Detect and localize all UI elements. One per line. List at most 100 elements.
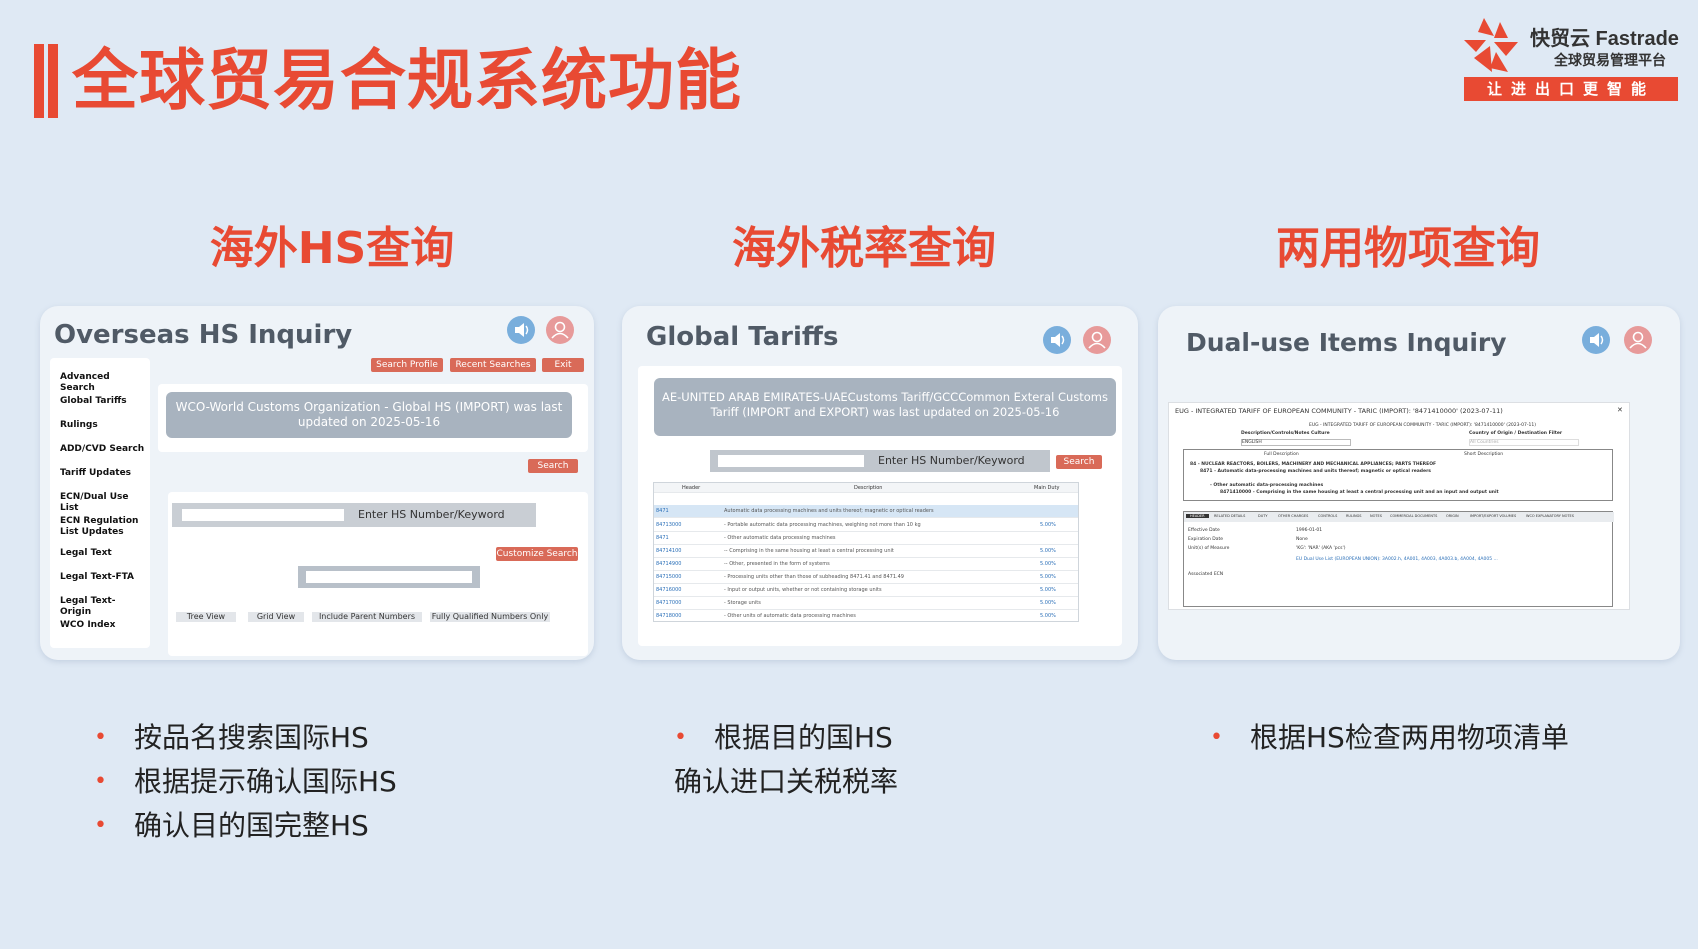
hs-code[interactable]: 84713000: [656, 522, 681, 528]
field-value[interactable]: EU Dual Use List (EUROPEAN UNION): 3A002…: [1296, 556, 1606, 563]
grid-view-option[interactable]: Grid View: [248, 612, 304, 622]
tab-other-charges[interactable]: OTHER CHARGES: [1278, 514, 1308, 518]
hs-code[interactable]: 84715000: [656, 574, 681, 580]
hs-code[interactable]: 84714900: [656, 561, 681, 567]
tab-commercial-documents[interactable]: COMMERCIAL DOCUMENTS: [1390, 514, 1437, 518]
hs-description: - Processing units other than those of s…: [724, 574, 904, 580]
hs-code[interactable]: 84716000: [656, 587, 681, 593]
hs-features-list: 按品名搜索国际HS 根据提示确认国际HS 确认目的国完整HS: [94, 716, 397, 848]
duty-rate: 5.00%: [1040, 587, 1056, 593]
country-select[interactable]: All Countries: [1469, 439, 1579, 446]
sidebar-item-tariff-updates[interactable]: Tariff Updates: [60, 468, 146, 479]
sidebar-item-legal-text[interactable]: Legal Text: [60, 548, 146, 559]
table-row[interactable]: 84714900 -- Other, presented in the form…: [654, 558, 1078, 571]
search-button[interactable]: Search: [528, 459, 578, 473]
tab-rulings[interactable]: RULINGS: [1346, 514, 1362, 518]
table-row[interactable]: 84715000 - Processing units other than t…: [654, 571, 1078, 584]
sidebar-item-ecn-dual-use[interactable]: ECN/Dual Use List: [60, 492, 146, 514]
speaker-icon[interactable]: [1582, 326, 1610, 354]
short-description-radio[interactable]: Short Description: [1464, 452, 1503, 457]
list-item: 根据HS检查两用物项清单: [1210, 716, 1569, 760]
section-heading-dual-use: 两用物项查询: [1276, 223, 1540, 274]
field-label: Expiration Date: [1188, 537, 1224, 542]
tab-wco-notes[interactable]: WCO EXPLANATORY NOTES: [1526, 514, 1574, 518]
hs-code[interactable]: 8471: [656, 535, 669, 541]
tab-notes[interactable]: NOTES: [1370, 514, 1382, 518]
search-profile-button[interactable]: Search Profile: [371, 358, 443, 372]
tariff-search-field[interactable]: Enter HS Number/Keyword: [710, 450, 1050, 472]
full-description-radio[interactable]: Full Description: [1264, 452, 1299, 457]
sidebar: Advanced Search Global Tariffs Rulings A…: [50, 358, 150, 648]
sidebar-item-wco-index[interactable]: WCO Index: [60, 620, 146, 631]
tariff-search-button[interactable]: Search: [1056, 455, 1102, 469]
user-icon[interactable]: [546, 316, 574, 344]
sidebar-item-legal-text-fta[interactable]: Legal Text-FTA: [60, 572, 146, 583]
table-row[interactable]: 84718000 - Other units of automatic data…: [654, 610, 1078, 621]
close-icon[interactable]: ✕: [1617, 406, 1623, 414]
tree-node[interactable]: 8471410000 - Comprising in the same hous…: [1220, 490, 1499, 495]
tree-view-option[interactable]: Tree View: [176, 612, 236, 622]
table-header-row: Header Description Main Duty: [654, 483, 1078, 493]
sidebar-item-advanced-search[interactable]: Advanced Search: [60, 372, 146, 394]
hs-code[interactable]: 84717000: [656, 600, 681, 606]
tree-node[interactable]: - Other automatic data-processing machin…: [1210, 483, 1323, 488]
speaker-icon[interactable]: [1043, 326, 1071, 354]
table-header-cell: Header: [682, 485, 701, 491]
field-label: Associated ECN: [1188, 572, 1224, 577]
tab-related-details[interactable]: RELATED DETAILS: [1214, 514, 1245, 518]
table-row[interactable]: 84714100 -- Comprising in the same housi…: [654, 545, 1078, 558]
duty-rate: 5.00%: [1040, 561, 1056, 567]
table-row[interactable]: 8471 - Other automatic data processing m…: [654, 532, 1078, 545]
customize-search-button[interactable]: Customize Search: [496, 547, 578, 561]
sidebar-item-add-cvd-search[interactable]: ADD/CVD Search: [60, 444, 146, 455]
table-row[interactable]: 84713000 - Portable automatic data proce…: [654, 519, 1078, 532]
tree-node[interactable]: 84 - NUCLEAR REACTORS, BOILERS, MACHINER…: [1190, 462, 1436, 467]
tab-origin[interactable]: ORIGIN: [1446, 514, 1459, 518]
doc-subtitle: EUG - INTEGRATED TARIFF OF EUROPEAN COMM…: [1309, 423, 1536, 428]
hs-description: Automatic data processing machines and u…: [724, 508, 934, 514]
page-title: 全球贸易合规系统功能: [72, 42, 742, 119]
table-row[interactable]: 84717000 - Storage units 5.00%: [654, 597, 1078, 610]
duty-rate: 5.00%: [1040, 613, 1056, 619]
hs-code[interactable]: 8471: [656, 508, 669, 514]
sidebar-item-ecn-regulation[interactable]: ECN Regulation List Updates: [60, 516, 146, 538]
user-icon[interactable]: [1083, 326, 1111, 354]
table-row[interactable]: 84716000 - Input or output units, whethe…: [654, 584, 1078, 597]
secondary-input-box[interactable]: [306, 571, 472, 583]
sidebar-item-rulings[interactable]: Rulings: [60, 420, 146, 431]
search-panel: Enter HS Number/Keyword Customize Search…: [168, 492, 588, 656]
card-title: Global Tariffs: [646, 322, 839, 352]
tariff-features-list: 根据目的国HS: [674, 716, 893, 760]
hs-code[interactable]: 84718000: [656, 613, 681, 619]
tab-controls[interactable]: CONTROLS: [1318, 514, 1337, 518]
field-label: Effective Date: [1188, 528, 1220, 533]
dual-use-document: EUG - INTEGRATED TARIFF OF EUROPEAN COMM…: [1168, 402, 1630, 610]
exit-button[interactable]: Exit: [542, 358, 584, 372]
recent-searches-button[interactable]: Recent Searches: [450, 358, 536, 372]
hs-input-box[interactable]: [182, 509, 344, 521]
fully-qualified-option[interactable]: Fully Qualified Numbers Only: [430, 612, 550, 622]
sidebar-item-legal-text-origin[interactable]: Legal Text-Origin: [60, 596, 146, 618]
sidebar-item-global-tariffs[interactable]: Global Tariffs: [60, 396, 146, 407]
fastrade-logo-icon: [1464, 18, 1518, 72]
secondary-field[interactable]: [298, 566, 480, 588]
tab-header[interactable]: HEADER: [1186, 514, 1209, 518]
table-row[interactable]: 8471 Automatic data processing machines …: [654, 505, 1078, 518]
language-select[interactable]: ENGLISH: [1241, 439, 1351, 446]
tree-node[interactable]: 8471 - Automatic data-processing machine…: [1200, 469, 1431, 474]
section-heading-hs: 海外HS查询: [209, 223, 455, 274]
hs-code[interactable]: 84714100: [656, 548, 681, 554]
tab-duty[interactable]: DUTY: [1258, 514, 1268, 518]
tab-import-export-volumes[interactable]: IMPORT/EXPORT VOLUMES: [1470, 514, 1516, 518]
duty-rate: 5.00%: [1040, 522, 1056, 528]
hs-description: -- Other, presented in the form of syste…: [724, 561, 830, 567]
tariff-table: Header Description Main Duty 8471 Automa…: [653, 482, 1079, 622]
user-icon[interactable]: [1624, 326, 1652, 354]
tariff-input-box[interactable]: [718, 455, 864, 467]
detail-tabs: HEADER RELATED DETAILS DUTY OTHER CHARGE…: [1184, 512, 1614, 522]
hs-search-field[interactable]: Enter HS Number/Keyword: [172, 503, 536, 527]
include-parent-option[interactable]: Include Parent Numbers: [312, 612, 422, 622]
logo-subtitle: 全球贸易管理平台: [1554, 53, 1666, 69]
duty-rate: 5.00%: [1040, 600, 1056, 606]
speaker-icon[interactable]: [507, 316, 535, 344]
